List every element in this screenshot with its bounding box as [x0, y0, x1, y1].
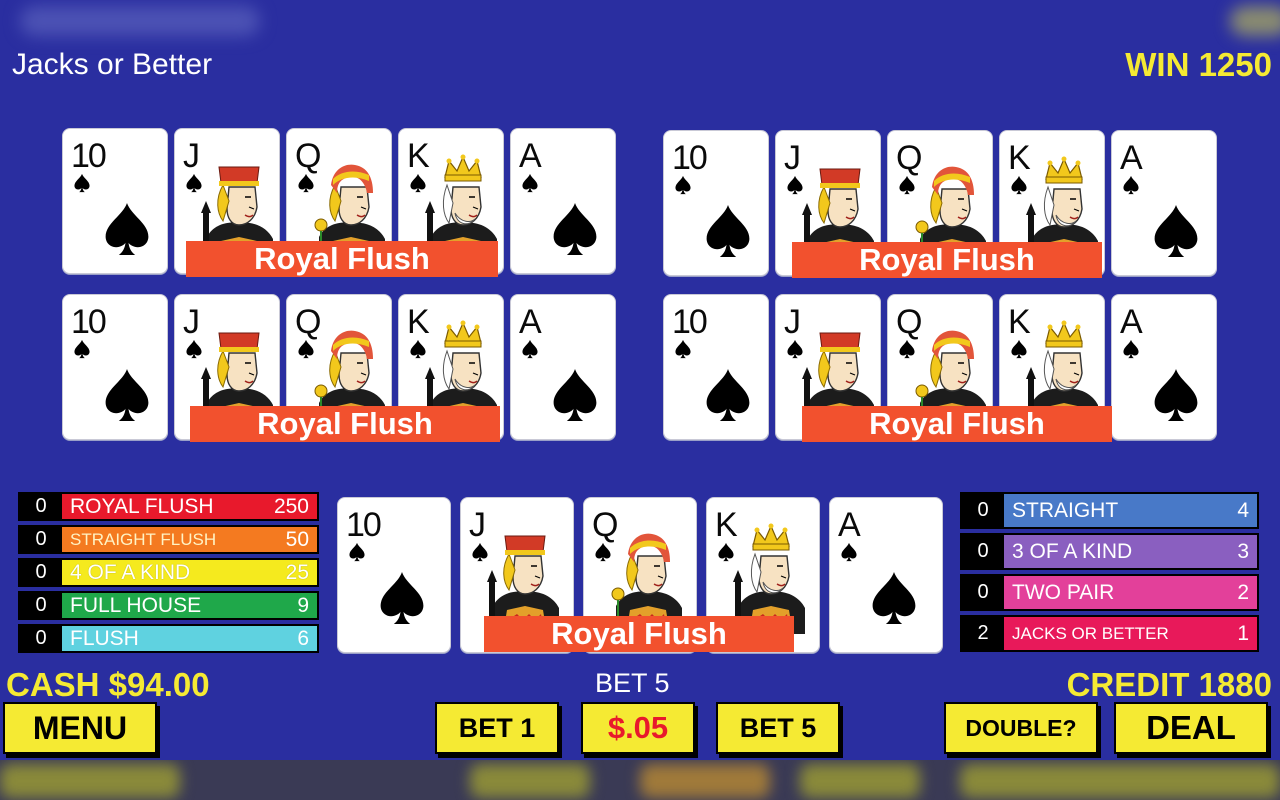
spade-icon: [674, 175, 692, 195]
paytable-count: 0: [962, 576, 1004, 609]
card-rank: J: [469, 506, 486, 544]
paytable-hand-name: 3 OF A KIND: [1012, 540, 1133, 563]
paytable-value: 2: [1237, 581, 1249, 604]
paytable-hand-name: STRAIGHT: [1012, 499, 1119, 522]
paytable-row: 0 TWO PAIR 2: [960, 574, 1259, 611]
paytable-row: 0 STRAIGHT 4: [960, 492, 1259, 529]
paytable-count: 0: [20, 494, 62, 519]
paytable-row: 0 FULL HOUSE 9: [18, 591, 319, 620]
card-rank: A: [519, 303, 542, 341]
spade-icon: [674, 339, 692, 359]
paytable-hand-name: ROYAL FLUSH: [70, 495, 214, 518]
bet-one-button[interactable]: BET 1: [435, 702, 559, 754]
spade-icon: [73, 173, 91, 193]
paytable-value: 6: [297, 627, 309, 650]
playing-card[interactable]: 10: [663, 130, 769, 276]
spade-icon: [549, 367, 601, 423]
paytable-count: 0: [20, 560, 62, 585]
card-rank: A: [1120, 139, 1143, 177]
paytable-value: 250: [273, 495, 309, 518]
denomination-button[interactable]: $.05: [581, 702, 695, 754]
bet-level: BET 5: [595, 668, 670, 698]
spade-icon: [521, 173, 539, 193]
playing-card[interactable]: A: [1111, 130, 1217, 276]
paytable-row: 2 JACKS OR BETTER 1: [960, 615, 1259, 652]
paytable-value: 3: [1237, 540, 1249, 563]
playing-card[interactable]: 10: [337, 497, 451, 653]
paytable-value: 9: [297, 594, 309, 617]
hand-result-label: Royal Flush: [186, 241, 498, 277]
playing-card[interactable]: A: [1111, 294, 1217, 440]
paytable-count: 0: [20, 593, 62, 618]
win-amount: WIN 1250: [1125, 46, 1272, 83]
card-rank: 10: [71, 137, 107, 175]
spade-icon: [868, 570, 920, 626]
spade-icon: [101, 201, 153, 257]
hand-result-label: Royal Flush: [792, 242, 1102, 278]
paytable-hand-name: FULL HOUSE: [70, 594, 202, 617]
card-rank: J: [183, 303, 200, 341]
card-rank: A: [1120, 303, 1143, 341]
menu-button[interactable]: MENU: [3, 702, 157, 754]
card-rank: 10: [346, 506, 382, 544]
cash-amount: CASH $94.00: [6, 666, 210, 703]
card-rank: 10: [71, 303, 107, 341]
spade-icon: [101, 367, 153, 423]
paytable-hand-name: 4 OF A KIND: [70, 561, 191, 584]
credit-amount: CREDIT 1880: [1066, 666, 1272, 703]
spade-icon: [348, 542, 366, 562]
top-blur-bar: [0, 0, 1280, 40]
paytable-value: 25: [285, 561, 309, 584]
hand-result-label: Royal Flush: [802, 406, 1112, 442]
paytable-count: 0: [962, 494, 1004, 527]
paytable-value: 50: [285, 528, 309, 551]
hand-result-label: Royal Flush: [484, 616, 794, 652]
card-rank: J: [784, 303, 801, 341]
playing-card[interactable]: A: [829, 497, 943, 653]
spade-icon: [549, 201, 601, 257]
bottom-blur-bar: [0, 760, 1280, 800]
paytable-count: 0: [20, 527, 62, 552]
card-rank: J: [784, 139, 801, 177]
paytable-count: 0: [962, 535, 1004, 568]
spade-icon: [521, 339, 539, 359]
paytable-count: 0: [20, 626, 62, 651]
paytable-row: 0 4 OF A KIND 25: [18, 558, 319, 587]
card-rank: 10: [672, 303, 708, 341]
paytable-value: 4: [1237, 499, 1249, 522]
spade-icon: [702, 203, 754, 259]
paytable-value: 1: [1237, 622, 1249, 645]
spade-icon: [702, 367, 754, 423]
playing-card[interactable]: 10: [62, 294, 168, 440]
card-rank: 10: [672, 139, 708, 177]
card-rank: A: [838, 506, 861, 544]
playing-card[interactable]: A: [510, 128, 616, 274]
game-title: Jacks or Better: [12, 48, 213, 81]
paytable-row: 0 3 OF A KIND 3: [960, 533, 1259, 570]
deal-button[interactable]: DEAL: [1114, 702, 1268, 754]
spade-icon: [1122, 175, 1140, 195]
paytable-hand-name: TWO PAIR: [1012, 581, 1115, 604]
card-rank: A: [519, 137, 542, 175]
paytable-count: 2: [962, 617, 1004, 650]
paytable-hand-name: FLUSH: [70, 627, 139, 650]
spade-icon: [1150, 367, 1202, 423]
spade-icon: [840, 542, 858, 562]
hand-result-label: Royal Flush: [190, 406, 500, 442]
paytable-hand-name: STRAIGHT FLUSH: [70, 530, 217, 549]
playing-card[interactable]: 10: [62, 128, 168, 274]
paytable-row: 0 FLUSH 6: [18, 624, 319, 653]
spade-icon: [1150, 203, 1202, 259]
paytable-row: 0 STRAIGHT FLUSH 50: [18, 525, 319, 554]
spade-icon: [73, 339, 91, 359]
spade-icon: [1122, 339, 1140, 359]
double-button[interactable]: DOUBLE?: [944, 702, 1098, 754]
card-rank: J: [183, 137, 200, 175]
paytable-row: 0 ROYAL FLUSH 250: [18, 492, 319, 521]
paytable-hand-name: JACKS OR BETTER: [1012, 624, 1169, 643]
bet-five-button[interactable]: BET 5: [716, 702, 840, 754]
spade-icon: [376, 570, 428, 626]
playing-card[interactable]: 10: [663, 294, 769, 440]
playing-card[interactable]: A: [510, 294, 616, 440]
